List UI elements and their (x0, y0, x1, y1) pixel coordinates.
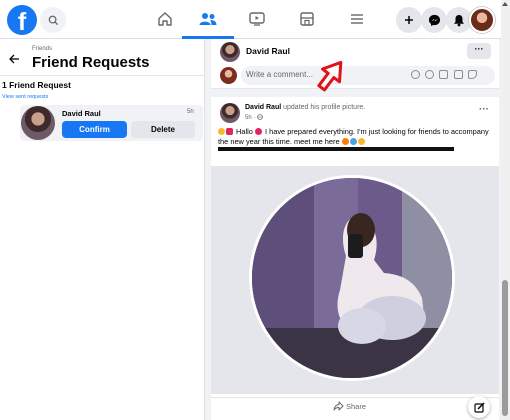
tab-marketplace[interactable] (287, 3, 327, 35)
comment-placeholder: Write a comment... (246, 70, 313, 79)
profile-photo[interactable] (249, 175, 455, 381)
share-icon (333, 401, 344, 411)
photo-image (252, 178, 452, 378)
scrollbar-thumb[interactable] (502, 280, 508, 416)
search-button[interactable] (40, 7, 66, 33)
profile-name[interactable]: David Raul (246, 46, 290, 56)
marketplace-icon (300, 12, 314, 26)
emoji-icon[interactable] (425, 70, 434, 79)
camera-icon[interactable] (439, 70, 448, 79)
post-action: updated his profile picture. (281, 104, 366, 111)
profile-avatar[interactable] (220, 42, 240, 62)
divider (0, 75, 205, 76)
globe-icon (257, 114, 263, 120)
request-avatar[interactable] (21, 106, 55, 140)
arrow-left-icon (9, 54, 19, 64)
view-sent-requests-link[interactable]: View sent requests (0, 94, 48, 100)
confirm-button[interactable]: Confirm (62, 121, 127, 138)
heart-emoji-icon (254, 128, 262, 135)
messenger-button[interactable] (421, 7, 447, 33)
menu-icon (351, 14, 363, 24)
new-message-button[interactable] (468, 396, 490, 418)
post-author-avatar[interactable] (220, 103, 240, 123)
sparkle-emoji-icon (349, 138, 357, 145)
annotation-arrow-icon (317, 60, 343, 92)
request-name[interactable]: David Raul (62, 109, 101, 118)
facebook-logo[interactable]: f (7, 5, 37, 35)
compose-icon (473, 401, 485, 413)
account-avatar[interactable] (469, 7, 495, 33)
bell-icon (454, 14, 464, 26)
gif-icon[interactable] (454, 70, 463, 79)
page-title: Friend Requests (32, 54, 150, 71)
share-button[interactable]: Share (346, 402, 366, 411)
video-icon (249, 12, 265, 26)
square-emoji-icon (226, 128, 233, 135)
delete-button[interactable]: Delete (131, 121, 195, 138)
redacted-text (218, 147, 454, 151)
post-text: Hallo I have prepared everything. I'm ju… (218, 127, 490, 147)
tab-watch[interactable] (237, 3, 277, 35)
smile-emoji-icon (218, 128, 225, 135)
sticker-icon[interactable] (411, 70, 420, 79)
commenter-avatar (220, 67, 237, 84)
request-count: 1 Friend Request (2, 80, 71, 90)
hand-emoji-icon (357, 138, 365, 145)
search-icon (48, 15, 58, 25)
post-header: David Raul updated his profile picture. (245, 104, 365, 111)
tab-menu[interactable] (337, 3, 377, 35)
messenger-icon (428, 14, 440, 26)
plus-icon (405, 16, 413, 24)
post-more-button[interactable]: ··· (479, 104, 489, 115)
post-time[interactable]: 5h · (245, 115, 257, 121)
back-button[interactable] (9, 51, 20, 69)
breadcrumb[interactable]: Friends (32, 46, 52, 52)
request-time: 5h (187, 109, 194, 115)
logo-letter: f (17, 8, 27, 35)
post-meta: 5h · (245, 114, 263, 121)
create-button[interactable] (396, 7, 422, 33)
tab-home[interactable] (145, 3, 185, 35)
fire-emoji-icon (341, 138, 349, 145)
friends-icon (199, 13, 217, 25)
post-text-pre: Hallo (234, 127, 255, 136)
scroll-up-arrow-icon[interactable] (502, 2, 508, 6)
post-author[interactable]: David Raul (245, 104, 281, 111)
profile-more-button[interactable]: ··· (467, 43, 491, 59)
tab-friends[interactable] (182, 3, 234, 39)
home-icon (158, 12, 172, 26)
